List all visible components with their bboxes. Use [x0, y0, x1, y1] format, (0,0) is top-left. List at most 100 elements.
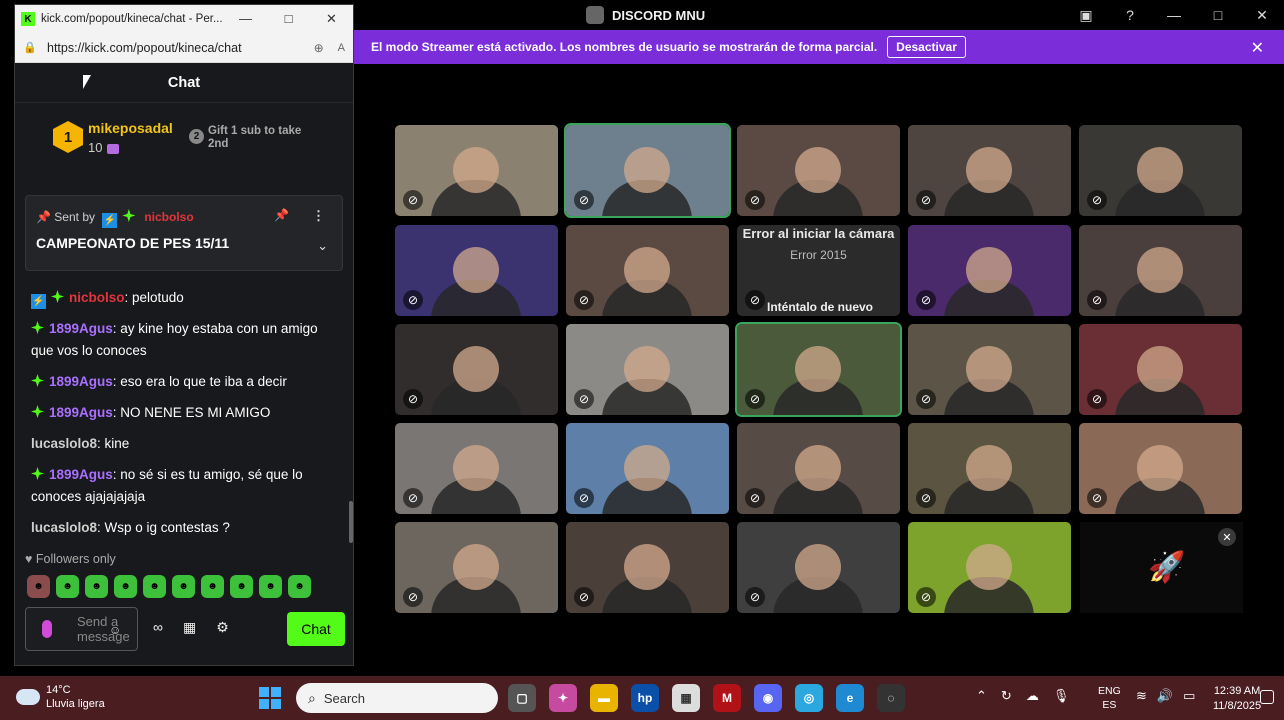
copilot-icon[interactable]: ✦ — [549, 684, 577, 712]
inbox-icon[interactable]: ▣ — [1064, 0, 1108, 30]
chat-username[interactable]: lucaslolo8 — [31, 436, 97, 451]
video-tile[interactable]: ⊘ — [395, 423, 558, 514]
emote[interactable]: ☻ — [27, 575, 50, 598]
muted-mic-icon: ⊘ — [574, 587, 594, 607]
help-icon[interactable]: ? — [1108, 0, 1152, 30]
minimize-button[interactable]: — — [1152, 0, 1196, 30]
zoom-icon[interactable]: ⊕ — [314, 41, 324, 55]
video-tile[interactable]: ⊘ — [395, 324, 558, 415]
emoji-icon[interactable]: ☺ — [109, 623, 121, 637]
chat-text: : Wsp o ig contestas ? — [97, 520, 230, 535]
chat-username[interactable]: lucaslolo8 — [31, 520, 97, 535]
leader-username[interactable]: mikeposadal — [88, 120, 173, 136]
video-tile[interactable]: ⊘ — [1079, 423, 1242, 514]
invite-tile[interactable]: ✕ 🚀 — [1080, 522, 1243, 613]
emote[interactable]: ☻ — [114, 575, 137, 598]
read-aloud-icon[interactable]: A — [338, 42, 345, 54]
close-button[interactable]: ✕ — [310, 11, 353, 27]
taskbar-search[interactable]: ⌕ Search — [296, 683, 498, 713]
minimize-button[interactable]: — — [224, 11, 267, 27]
close-icon[interactable]: ✕ — [1218, 528, 1236, 546]
video-tile[interactable]: ⊘ — [566, 522, 729, 613]
retry-link[interactable]: Inténtalo de nuevo — [767, 300, 873, 314]
video-tile[interactable]: ⊘ — [395, 522, 558, 613]
video-tile[interactable]: ⊘ — [908, 522, 1071, 613]
emote[interactable]: ☻ — [85, 575, 108, 598]
chrome-icon[interactable]: ◎ — [795, 684, 823, 712]
video-tile[interactable]: ⊘ — [735, 322, 902, 417]
chat-send-button[interactable]: Chat — [287, 612, 345, 646]
video-tile[interactable]: ⊘ — [737, 522, 900, 613]
more-options-icon[interactable]: ⋮ — [312, 208, 325, 224]
video-tile[interactable]: ⊘ — [1079, 225, 1242, 316]
weather-widget[interactable]: 14°C Lluvia ligera — [16, 683, 105, 711]
address-bar[interactable]: 🔒 https://kick.com/popout/kineca/chat ⊕ … — [15, 33, 353, 63]
close-button[interactable]: ✕ — [1240, 0, 1284, 30]
pin-icon[interactable]: 📌 — [274, 208, 289, 222]
gear-icon[interactable]: ⚙ — [216, 619, 229, 636]
video-tile[interactable]: ⊘ — [908, 225, 1071, 316]
app-icon[interactable]: ◌ — [877, 684, 905, 712]
chevron-up-icon[interactable]: ⌃ — [976, 688, 987, 704]
video-tile[interactable]: ⊘ — [908, 324, 1071, 415]
hp-icon[interactable]: hp — [631, 684, 659, 712]
video-tile[interactable]: ⊘ — [566, 324, 729, 415]
file-explorer-icon[interactable]: ▬ — [590, 684, 618, 712]
mcafee-icon[interactable]: M — [713, 684, 741, 712]
pinned-message[interactable]: 📌 Sent by ⚡ nicbolso CAMPEONATO DE PES 15… — [25, 195, 343, 271]
edge-icon[interactable]: e — [836, 684, 864, 712]
video-tile[interactable]: ⊘ — [908, 423, 1071, 514]
diamond-badge-icon — [31, 374, 44, 387]
chevron-down-icon[interactable]: ⌄ — [317, 238, 328, 254]
message-input[interactable]: Send a message ☺ — [25, 607, 138, 651]
emote[interactable]: ☻ — [288, 575, 311, 598]
sync-icon[interactable]: ↻ — [1001, 688, 1012, 704]
maximize-button[interactable]: □ — [1196, 0, 1240, 30]
chat-username[interactable]: 1899Agus — [49, 374, 113, 389]
emote[interactable]: ☻ — [230, 575, 253, 598]
infinity-icon[interactable]: ∞ — [153, 619, 163, 636]
clock[interactable]: 12:39 AM 11/8/2025 — [1213, 684, 1261, 714]
camera-error-code: Error 2015 — [790, 248, 847, 262]
video-tile[interactable]: ⊘ — [566, 423, 729, 514]
video-tile[interactable]: ⊘ — [908, 125, 1071, 216]
emote[interactable]: ☻ — [259, 575, 282, 598]
url-text[interactable]: https://kick.com/popout/kineca/chat — [47, 41, 242, 55]
muted-mic-icon: ⊘ — [574, 190, 594, 210]
video-tile[interactable]: ⊘ — [395, 225, 558, 316]
video-tile[interactable]: ⊘ — [395, 125, 558, 216]
mic-icon[interactable] — [42, 620, 52, 638]
windows-start-icon[interactable] — [259, 687, 281, 709]
deactivate-button[interactable]: Desactivar — [887, 36, 966, 58]
maximize-button[interactable]: □ — [267, 11, 310, 27]
chat-username[interactable]: 1899Agus — [49, 405, 113, 420]
video-tile[interactable]: ⊘ — [1079, 324, 1242, 415]
video-tile[interactable]: ⊘ — [737, 125, 900, 216]
language-indicator[interactable]: ENG ES — [1098, 684, 1121, 712]
store-icon[interactable]: ▦ — [183, 619, 196, 636]
notification-icon[interactable] — [1260, 690, 1274, 704]
discord-icon[interactable]: ◉ — [754, 684, 782, 712]
participant-face — [1137, 247, 1183, 293]
video-tile[interactable]: ⊘ — [737, 423, 900, 514]
scrollbar[interactable] — [349, 501, 353, 543]
task-view-icon[interactable]: ▢ — [508, 684, 536, 712]
close-icon[interactable]: ✕ — [1251, 38, 1264, 58]
emote[interactable]: ☻ — [172, 575, 195, 598]
emote[interactable]: ☻ — [56, 575, 79, 598]
mic-icon[interactable]: 🎙 — [1053, 688, 1070, 704]
video-tile[interactable]: ⊘ — [1079, 125, 1242, 216]
participant-face — [795, 445, 841, 491]
rank-badge: 1 — [53, 121, 83, 153]
store-icon[interactable]: ▦ — [672, 684, 700, 712]
emote[interactable]: ☻ — [143, 575, 166, 598]
chat-username[interactable]: 1899Agus — [49, 467, 113, 482]
onedrive-icon[interactable]: ☁ — [1026, 688, 1039, 704]
video-tile[interactable]: ⊘ — [566, 225, 729, 316]
video-tile[interactable]: Error al iniciar la cámara Error 2015 Inté… — [737, 225, 900, 316]
video-tile[interactable]: ⊘ — [564, 123, 731, 218]
emote[interactable]: ☻ — [201, 575, 224, 598]
system-status[interactable]: ≋ 🔊 ▭ — [1136, 688, 1195, 704]
chat-username[interactable]: nicbolso — [69, 290, 125, 305]
chat-username[interactable]: 1899Agus — [49, 321, 113, 336]
